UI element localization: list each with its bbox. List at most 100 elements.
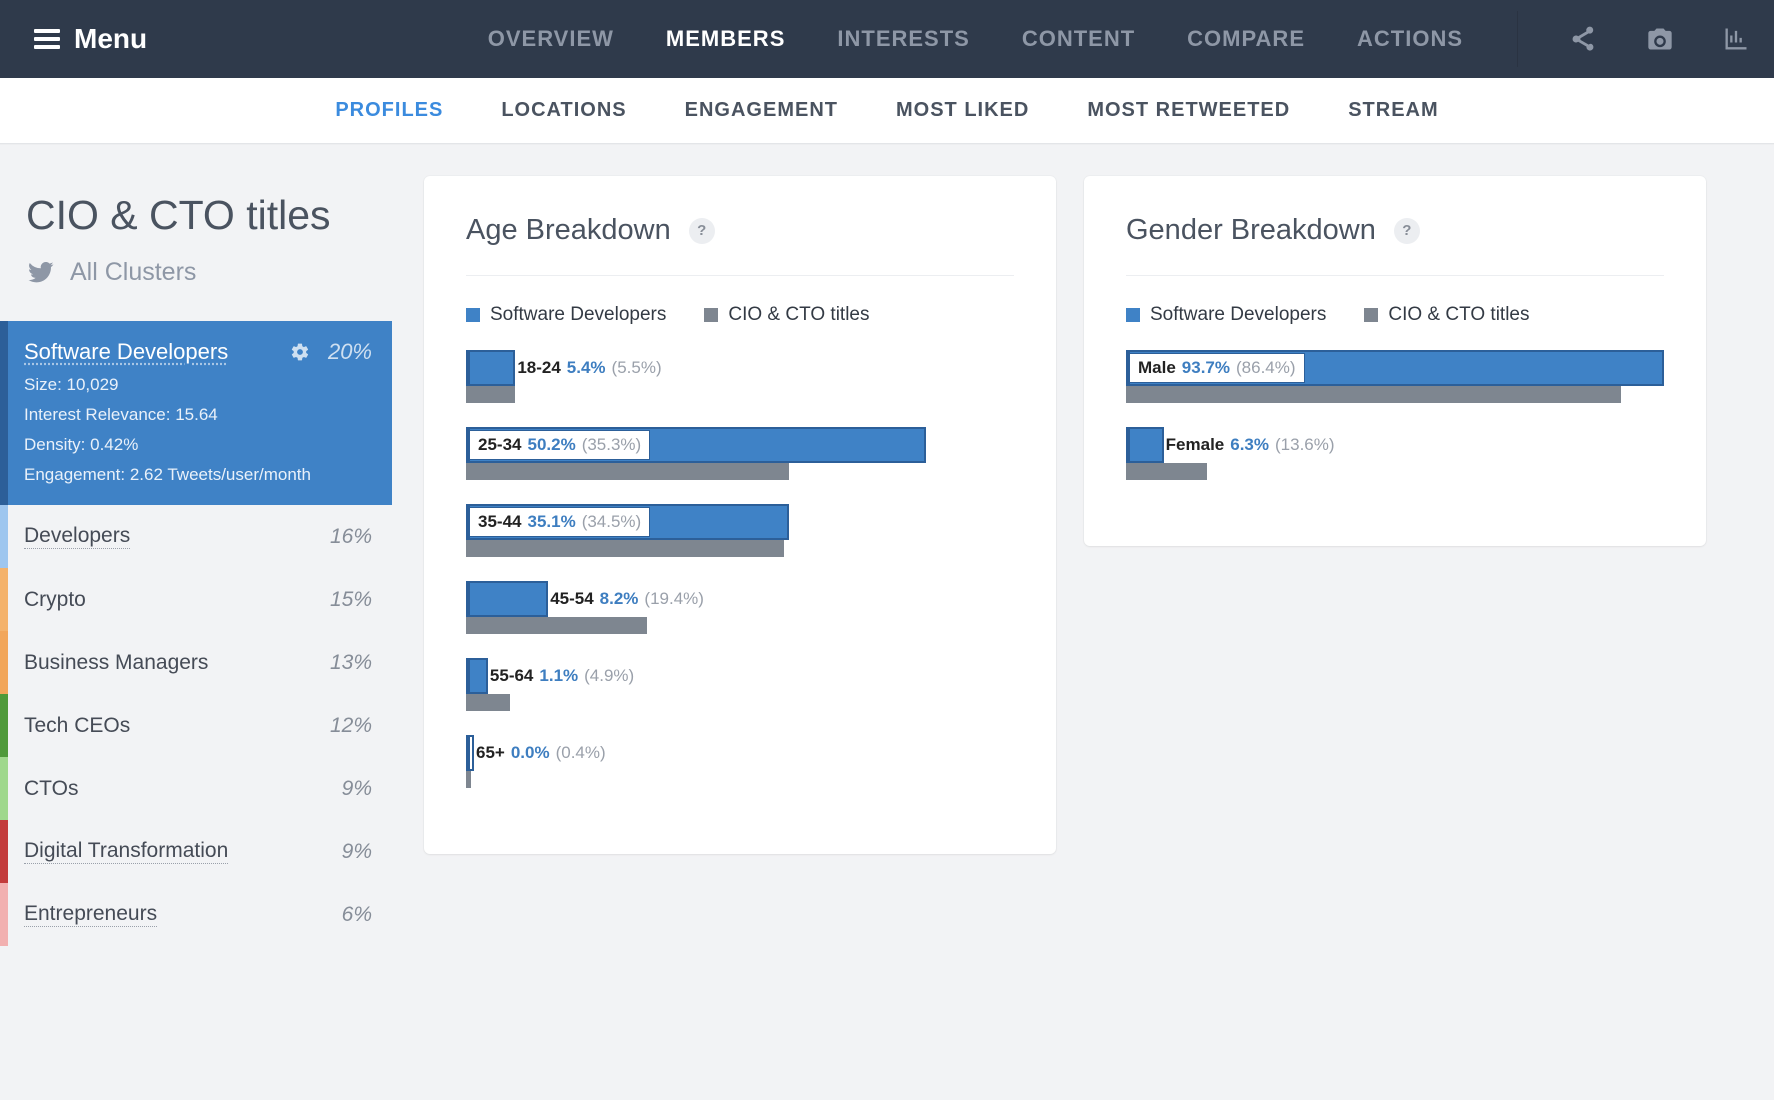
bar-label: 25-34 50.2% (35.3%) bbox=[470, 430, 650, 460]
subnav-link-locations[interactable]: LOCATIONS bbox=[501, 99, 626, 122]
card-gender-breakdown: Gender Breakdown ? Software Developers C… bbox=[1084, 176, 1706, 546]
subnav-link-most-retweeted[interactable]: MOST RETWEETED bbox=[1087, 99, 1290, 122]
bar-row: 65+ 0.0% (0.4%) bbox=[466, 735, 1014, 788]
subnav-link-engagement[interactable]: ENGAGEMENT bbox=[685, 99, 838, 122]
bar-label: Male 93.7% (86.4%) bbox=[1130, 353, 1305, 383]
screenshot-button[interactable] bbox=[1622, 0, 1698, 78]
bar-label: 18-24 5.4% (5.5%) bbox=[517, 352, 661, 384]
help-icon[interactable]: ? bbox=[1394, 218, 1420, 244]
subnav-link-stream[interactable]: STREAM bbox=[1348, 99, 1438, 122]
legend-item-primary: Software Developers bbox=[466, 304, 666, 326]
bar-secondary bbox=[466, 771, 471, 788]
bar-row: 45-54 8.2% (19.4%) bbox=[466, 581, 1014, 634]
bar-primary: Female 6.3% (13.6%) bbox=[1126, 427, 1164, 463]
bar-primary: 55-64 1.1% (4.9%) bbox=[466, 658, 488, 694]
bar-primary: Male 93.7% (86.4%) bbox=[1126, 350, 1664, 386]
gear-icon[interactable] bbox=[290, 342, 310, 362]
bar-label: 45-54 8.2% (19.4%) bbox=[550, 583, 704, 615]
cluster-name: CTOs bbox=[24, 777, 78, 801]
bar-label: Female 6.3% (13.6%) bbox=[1166, 429, 1335, 461]
nav-link-interests[interactable]: INTERESTS bbox=[811, 0, 995, 78]
bar-secondary bbox=[466, 386, 515, 403]
cluster-item[interactable]: Digital Transformation 9% bbox=[0, 820, 392, 883]
page-title: CIO & CTO titles bbox=[0, 192, 392, 257]
cluster-pct: 13% bbox=[330, 651, 372, 675]
cluster-pct: 15% bbox=[330, 588, 372, 612]
bar-primary: 18-24 5.4% (5.5%) bbox=[466, 350, 515, 386]
card-title-gender: Gender Breakdown bbox=[1126, 214, 1376, 247]
subnav-link-most-liked[interactable]: MOST LIKED bbox=[896, 99, 1029, 122]
legend-item-secondary: CIO & CTO titles bbox=[1364, 304, 1529, 326]
cluster-pct: 12% bbox=[330, 714, 372, 738]
nav-link-actions[interactable]: ACTIONS bbox=[1331, 0, 1489, 78]
legend-age: Software Developers CIO & CTO titles bbox=[466, 304, 1014, 350]
legend-gender: Software Developers CIO & CTO titles bbox=[1126, 304, 1664, 350]
cluster-item[interactable]: Entrepreneurs 6% bbox=[0, 883, 392, 946]
top-nav-divider bbox=[1517, 11, 1518, 67]
bar-label: 35-44 35.1% (34.5%) bbox=[470, 507, 650, 537]
cluster-pct: 16% bbox=[330, 525, 372, 549]
cluster-item[interactable]: Business Managers 13% bbox=[0, 631, 392, 694]
main-content: Age Breakdown ? Software Developers CIO … bbox=[392, 144, 1774, 946]
card-title-age: Age Breakdown bbox=[466, 214, 671, 247]
menu-button[interactable]: Menu bbox=[0, 0, 181, 78]
bar-row: 25-34 50.2% (35.3%) bbox=[466, 427, 1014, 480]
all-clusters-link[interactable]: All Clusters bbox=[0, 257, 392, 321]
bar-primary: 65+ 0.0% (0.4%) bbox=[466, 735, 474, 771]
cluster-name: Business Managers bbox=[24, 651, 208, 675]
cluster-active-pct: 20% bbox=[328, 339, 372, 365]
bar-label: 65+ 0.0% (0.4%) bbox=[476, 737, 606, 769]
all-clusters-label: All Clusters bbox=[70, 258, 196, 287]
cluster-item[interactable]: Tech CEOs12% bbox=[0, 694, 392, 757]
camera-icon bbox=[1646, 25, 1674, 53]
cluster-pct: 9% bbox=[342, 840, 372, 864]
subnav-link-profiles[interactable]: PROFILES bbox=[335, 99, 443, 122]
cluster-name: Entrepreneurs bbox=[24, 902, 157, 927]
bar-chart-icon bbox=[1722, 25, 1750, 53]
cluster-item[interactable]: Crypto 15% bbox=[0, 568, 392, 631]
cluster-name: Developers bbox=[24, 524, 130, 549]
bar-row: 35-44 35.1% (34.5%) bbox=[466, 504, 1014, 557]
bar-row: Female 6.3% (13.6%) bbox=[1126, 427, 1664, 480]
bar-row: Male 93.7% (86.4%) bbox=[1126, 350, 1664, 403]
bar-primary: 45-54 8.2% (19.4%) bbox=[466, 581, 548, 617]
cluster-item[interactable]: Developers 16% bbox=[0, 505, 392, 568]
bar-secondary bbox=[466, 463, 789, 480]
cluster-name: Crypto bbox=[24, 588, 86, 612]
chart-button[interactable] bbox=[1698, 0, 1774, 78]
cluster-stat-size: Size: 10,029 bbox=[24, 365, 372, 395]
cluster-stat-engagement: Engagement: 2.62 Tweets/user/month bbox=[24, 455, 372, 485]
nav-link-overview[interactable]: OVERVIEW bbox=[462, 0, 640, 78]
menu-label: Menu bbox=[74, 23, 147, 55]
top-nav: Menu OVERVIEWMEMBERSINTERESTSCONTENTCOMP… bbox=[0, 0, 1774, 78]
hamburger-icon bbox=[34, 29, 60, 49]
cluster-stat-relevance: Interest Relevance: 15.64 bbox=[24, 395, 372, 425]
share-button[interactable] bbox=[1546, 0, 1622, 78]
nav-link-content[interactable]: CONTENT bbox=[996, 0, 1161, 78]
twitter-icon bbox=[26, 257, 56, 287]
cluster-pct: 6% bbox=[342, 903, 372, 927]
legend-item-primary: Software Developers bbox=[1126, 304, 1326, 326]
bar-secondary bbox=[466, 694, 510, 711]
cluster-active-name: Software Developers bbox=[24, 339, 228, 365]
cluster-item[interactable]: CTOs 9% bbox=[0, 757, 392, 820]
bar-primary: 25-34 50.2% (35.3%) bbox=[466, 427, 926, 463]
sidebar: CIO & CTO titles All Clusters Software D… bbox=[0, 144, 392, 946]
cluster-name: Digital Transformation bbox=[24, 839, 228, 864]
bar-label: 55-64 1.1% (4.9%) bbox=[490, 660, 634, 692]
legend-item-secondary: CIO & CTO titles bbox=[704, 304, 869, 326]
cluster-stat-density: Density: 0.42% bbox=[24, 425, 372, 455]
cluster-pct: 9% bbox=[342, 777, 372, 801]
help-icon[interactable]: ? bbox=[689, 218, 715, 244]
sub-nav: PROFILES LOCATIONS ENGAGEMENT MOST LIKED MOS… bbox=[0, 78, 1774, 144]
nav-link-compare[interactable]: COMPARE bbox=[1161, 0, 1331, 78]
share-icon bbox=[1570, 25, 1598, 53]
bar-row: 18-24 5.4% (5.5%) bbox=[466, 350, 1014, 403]
bar-secondary bbox=[466, 540, 784, 557]
bar-primary: 35-44 35.1% (34.5%) bbox=[466, 504, 789, 540]
cluster-active[interactable]: Software Developers 20% Size: 10,029 Int… bbox=[0, 321, 392, 505]
nav-link-members[interactable]: MEMBERS bbox=[640, 0, 811, 78]
bar-secondary bbox=[1126, 386, 1621, 403]
bar-secondary bbox=[1126, 463, 1207, 480]
bar-row: 55-64 1.1% (4.9%) bbox=[466, 658, 1014, 711]
